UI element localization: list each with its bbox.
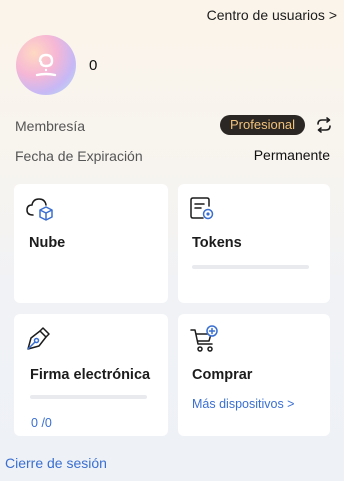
tokens-title: Tokens xyxy=(192,235,242,251)
avatar[interactable] xyxy=(16,35,76,95)
cart-plus-icon xyxy=(190,325,218,352)
plan-badge: Profesional xyxy=(220,115,306,135)
buy-card[interactable]: Comprar Más dispositivos > xyxy=(178,314,330,436)
esign-title: Firma electrónica xyxy=(30,367,151,383)
buy-title: Comprar xyxy=(192,367,253,383)
logout-link[interactable]: Cierre de sesión xyxy=(5,455,107,471)
cloud-title: Nube xyxy=(29,235,66,251)
renew-button[interactable] xyxy=(314,115,334,135)
esign-card[interactable]: Firma electrónica 0 /0 xyxy=(14,314,168,436)
more-devices-link[interactable]: Más dispositivos > xyxy=(192,397,294,411)
username: 0 xyxy=(89,57,98,74)
esign-progress-bar xyxy=(30,395,147,399)
cloud-box-icon xyxy=(26,198,53,221)
refresh-icon xyxy=(317,117,331,133)
user-avatar-icon xyxy=(35,53,57,77)
user-center-link[interactable]: Centro de usuarios > xyxy=(207,7,337,23)
expiry-label: Fecha de Expiración xyxy=(15,148,143,164)
esign-used: 0 xyxy=(31,416,38,430)
pen-nib-icon xyxy=(27,327,50,350)
expiry-value: Permanente xyxy=(253,147,330,163)
tokens-card[interactable]: Tokens xyxy=(178,184,330,303)
esign-count: 0 /0 xyxy=(31,416,52,430)
membership-label: Membresía xyxy=(15,118,86,134)
token-document-icon xyxy=(190,197,214,220)
cloud-card[interactable]: Nube xyxy=(14,184,168,303)
tokens-progress-bar xyxy=(192,265,309,269)
esign-total: /0 xyxy=(41,416,52,430)
